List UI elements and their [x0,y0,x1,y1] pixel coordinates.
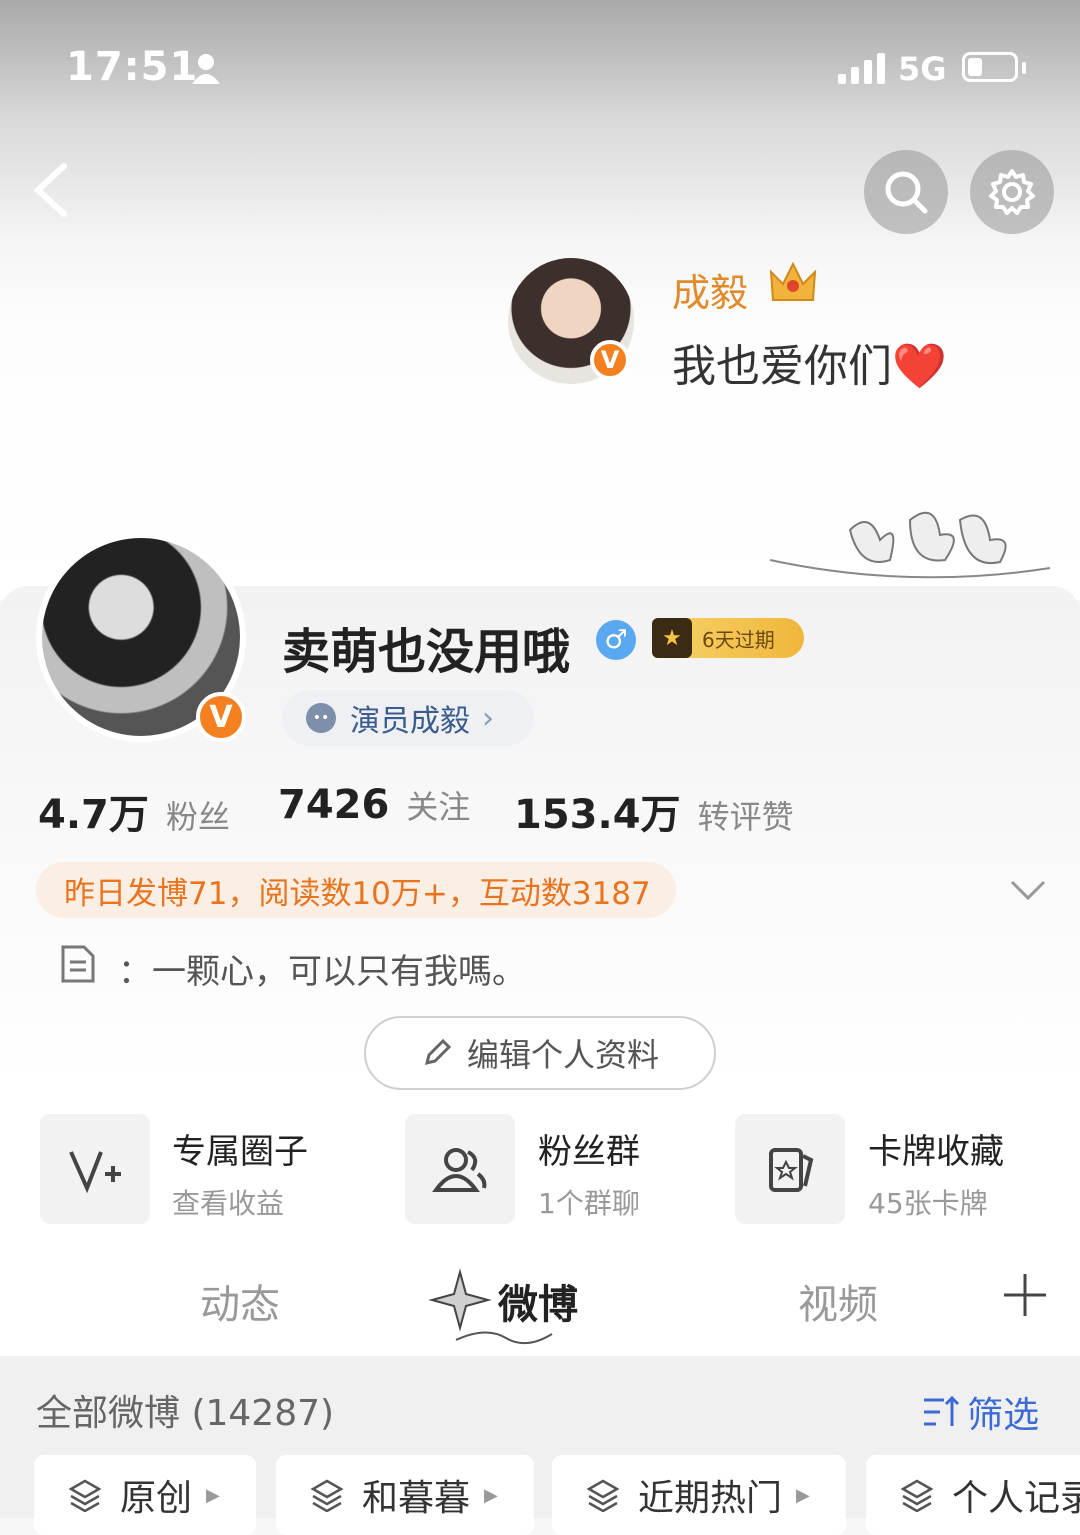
daily-summary[interactable]: 昨日发博71，阅读数10万+，互动数3187 [36,862,676,918]
crown-icon [769,261,817,301]
group-icon [432,1148,487,1192]
search-button[interactable] [864,150,948,234]
v-plus-icon [69,1151,121,1194]
tab-video[interactable]: 视频 [798,1272,878,1330]
gear-icon [989,169,1035,215]
shortcut-subtitle: 查看收益 [172,1187,285,1220]
exclusive-circle-button[interactable] [40,1114,150,1224]
add-tab-icon[interactable] [1002,1272,1048,1318]
pencil-icon [424,1038,452,1066]
chevron-down-icon[interactable] [1008,878,1048,902]
bio-colon: ： [118,952,152,992]
stat-value: 4.7万 [38,792,149,838]
back-arrow-icon[interactable] [30,160,80,220]
stat-following[interactable]: 7426 关注 [278,782,470,828]
shortcut-subtitle: 45张卡牌 [868,1187,988,1220]
layers-icon [586,1479,620,1512]
fan-group-button[interactable] [405,1114,515,1224]
layers-icon [900,1479,934,1512]
card-collection-button[interactable] [735,1114,845,1224]
chip-label: 原创 [120,1478,193,1519]
layers-icon [68,1479,102,1512]
identity-tag-label: 演员成毅 [350,704,470,739]
stat-value: 7426 [278,782,390,828]
person-icon [192,54,220,84]
search-icon [885,171,928,214]
signal-icon [838,52,888,84]
profile-verified-icon: V [196,692,246,742]
daily-summary-text: 昨日发博71，阅读数10万+，互动数3187 [64,875,651,912]
chip-personal-record[interactable]: 个人记录 [866,1455,1080,1535]
chip-hemumu[interactable]: 和暮暮 ▶ [276,1455,534,1535]
chip-recent-hot[interactable]: 近期热门 ▶ [552,1455,846,1535]
filter-button[interactable]: 筛选 [922,1386,1039,1438]
chip-arrow-icon: ▶ [796,1484,810,1506]
stat-label: 关注 [406,788,471,826]
tab-activity[interactable]: 动态 [200,1272,280,1330]
chevron-right-icon: › [482,700,494,736]
all-weibo-count: 全部微博 (14287) [36,1393,335,1434]
network-label: 5G [898,50,947,88]
chip-label: 个人记录 [952,1478,1080,1519]
vip-membership-badge[interactable]: ★ 6天过期 [652,618,804,658]
layers-icon [310,1479,344,1512]
profile-bio: 一颗心，可以只有我嗎。 [152,952,526,992]
stat-label: 转评赞 [697,798,794,836]
shortcut-title[interactable]: 卡牌收藏 [868,1124,1004,1173]
settings-button[interactable] [970,150,1054,234]
chat-bubble-icon: •• [306,703,336,733]
chip-arrow-icon: ▶ [206,1484,220,1506]
edit-profile-label: 编辑个人资料 [466,1036,659,1074]
vip-expiry-label: 6天过期 [702,627,775,652]
vip-crown-icon: ★ [652,618,692,658]
chip-arrow-icon: ▶ [484,1484,498,1506]
chip-label: 和暮暮 [362,1478,471,1519]
chip-original[interactable]: 原创 ▶ [34,1455,256,1535]
stat-label: 粉丝 [165,798,230,836]
pinned-post-text[interactable]: 我也爱你们❤️ [672,330,947,394]
edit-profile-button[interactable]: 编辑个人资料 [364,1016,716,1090]
male-gender-icon: ♂ [596,620,636,660]
battery-tip [1022,62,1026,74]
document-icon [61,945,95,983]
filter-icon [924,1395,960,1426]
tab-weibo[interactable]: 微博 [498,1272,578,1330]
verified-badge-icon: V [590,340,630,380]
shortcut-subtitle: 1个群聊 [538,1187,640,1220]
battery-icon [962,52,1018,82]
status-time: 17:51 [66,44,199,90]
shortcut-title[interactable]: 粉丝群 [538,1124,640,1173]
pinned-author-name[interactable]: 成毅 [672,262,748,317]
identity-tag[interactable]: •• 演员成毅 › [282,690,534,746]
stat-interactions[interactable]: 153.4万 转评赞 [514,782,794,840]
stat-value: 153.4万 [514,792,681,838]
profile-nickname: 卖萌也没用哦 [282,624,571,680]
shortcut-title[interactable]: 专属圈子 [172,1124,308,1173]
chip-label: 近期热门 [638,1478,783,1519]
filter-label: 筛选 [967,1395,1040,1436]
stat-followers[interactable]: 4.7万 粉丝 [38,782,230,840]
card-icon [769,1148,814,1192]
